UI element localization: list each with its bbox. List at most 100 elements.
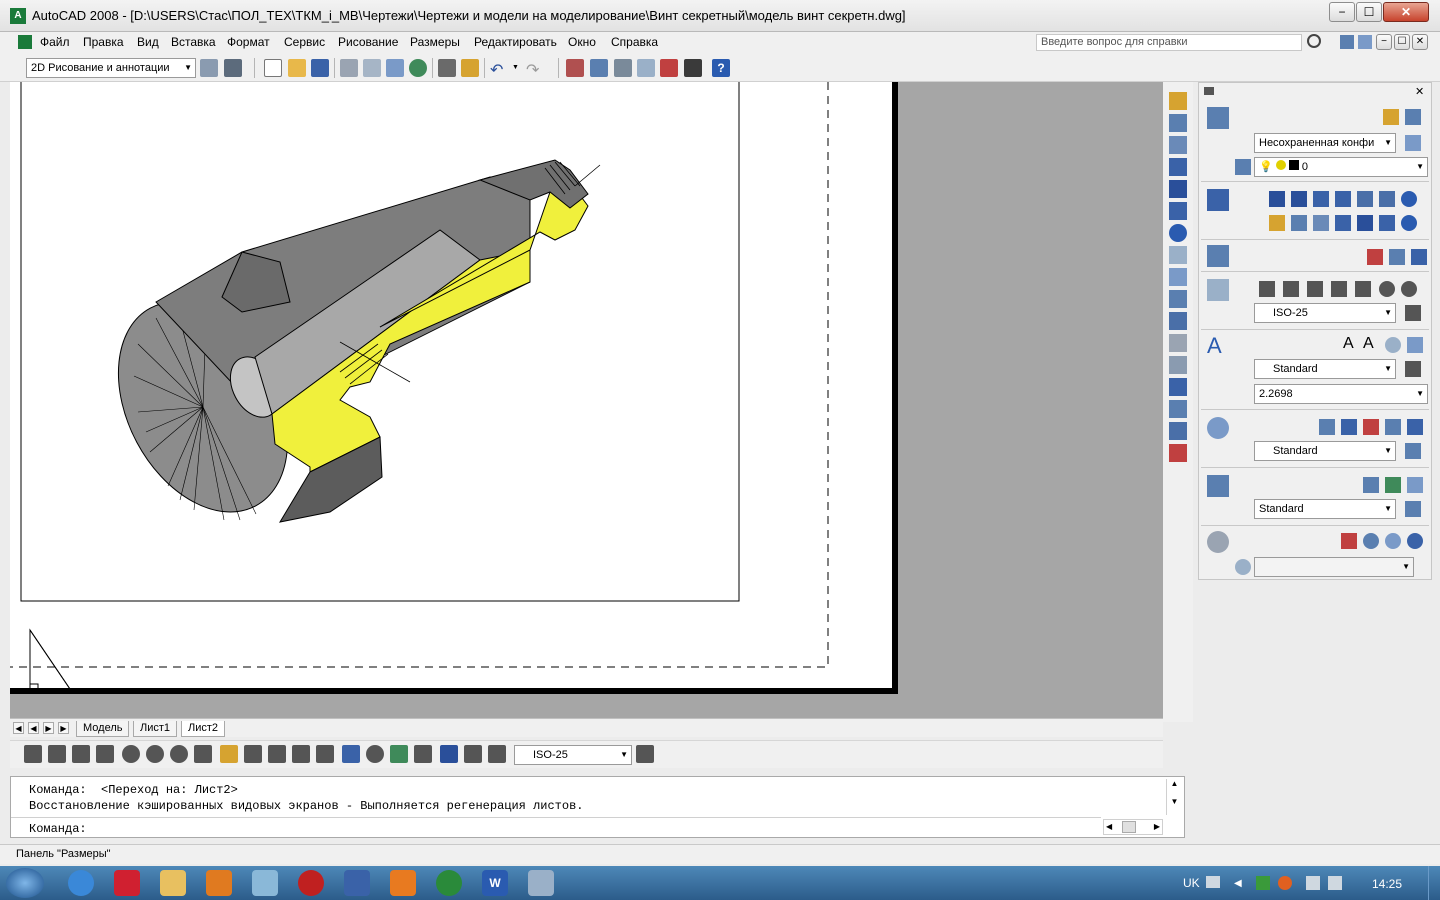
move-icon[interactable]	[1169, 202, 1187, 220]
attach-3-icon[interactable]	[1411, 249, 1427, 265]
break-at-point-icon[interactable]	[1169, 334, 1187, 352]
start-button[interactable]	[6, 868, 44, 898]
language-indicator[interactable]: UK	[1183, 876, 1200, 890]
center-mark-tb-icon[interactable]	[366, 745, 384, 763]
first-tab-icon[interactable]: ◀	[13, 722, 24, 734]
dim-radius-tb-icon[interactable]	[122, 745, 140, 763]
utorrent-icon[interactable]	[436, 870, 462, 896]
dim-text-edit-tb-icon[interactable]	[464, 745, 482, 763]
kaspersky-icon[interactable]	[114, 870, 140, 896]
zoom-extents-icon[interactable]	[1407, 533, 1423, 549]
dim-arc-length-tb-icon[interactable]	[72, 745, 90, 763]
save-icon[interactable]	[311, 59, 329, 77]
trim-icon[interactable]	[1169, 290, 1187, 308]
document-icon[interactable]	[18, 35, 32, 49]
properties-icon[interactable]	[590, 59, 608, 77]
tab-model[interactable]: Модель	[76, 721, 130, 737]
jogged-linear-tb-icon[interactable]	[414, 745, 432, 763]
quick-dim-tb-icon[interactable]	[220, 745, 238, 763]
copy-2-icon[interactable]	[1291, 215, 1307, 231]
table-icon[interactable]	[1363, 477, 1379, 493]
explode-icon[interactable]	[1169, 444, 1187, 462]
table-style-manager-icon[interactable]	[1405, 501, 1421, 517]
menu-format[interactable]: Формат	[227, 35, 270, 49]
search-icon[interactable]	[1307, 34, 1321, 48]
next-tab-icon[interactable]: ▶	[43, 722, 54, 734]
menu-file[interactable]: Файл	[40, 35, 70, 49]
drawing-canvas[interactable]	[10, 82, 1163, 718]
menu-modify[interactable]: Редактировать	[474, 35, 557, 49]
workspace-settings-icon[interactable]	[200, 59, 218, 77]
tray-expand-icon[interactable]: ◀	[1234, 878, 1242, 889]
array-2-icon[interactable]	[1357, 215, 1373, 231]
mirror-icon[interactable]	[1169, 136, 1187, 154]
opera-icon[interactable]	[298, 870, 324, 896]
layer-manager-icon[interactable]	[1383, 109, 1399, 125]
circle-icon[interactable]	[1401, 191, 1417, 207]
close-button[interactable]: ✕	[1383, 2, 1429, 22]
tray-app-icon[interactable]	[1256, 876, 1270, 890]
dim-style-combo[interactable]: ISO-25 ▼	[1254, 303, 1396, 323]
help-search-input[interactable]: Введите вопрос для справки	[1036, 34, 1302, 51]
calculator-icon[interactable]	[684, 59, 702, 77]
word-icon[interactable]: W	[482, 870, 508, 896]
menu-view[interactable]: Вид	[137, 35, 159, 49]
dim-style-tb-icon[interactable]	[636, 745, 654, 763]
single-line-text-icon[interactable]: A	[1363, 335, 1374, 353]
layer-state-manager-icon[interactable]	[1405, 135, 1421, 151]
print-icon[interactable]	[340, 59, 358, 77]
volume-icon[interactable]	[1328, 876, 1342, 890]
dim-edit-tb-icon[interactable]	[440, 745, 458, 763]
tolerance-tb-icon[interactable]	[342, 745, 360, 763]
mleader-icon[interactable]	[1319, 419, 1335, 435]
text-height-combo[interactable]: 2.2698 ▼	[1254, 384, 1428, 404]
add-leader-icon[interactable]	[1341, 419, 1357, 435]
align-leaders-icon[interactable]	[1385, 419, 1401, 435]
dim-arc-icon[interactable]	[1307, 281, 1323, 297]
menu-draw[interactable]: Рисование	[338, 35, 398, 49]
make-current-layer-icon[interactable]	[1235, 159, 1251, 175]
dwf-icon[interactable]	[409, 59, 427, 77]
doc-minimize-button[interactable]: −	[1376, 34, 1392, 50]
autocad-task-icon[interactable]	[528, 870, 554, 896]
pan-icon[interactable]	[1341, 533, 1357, 549]
favorites-icon[interactable]	[1358, 35, 1372, 49]
open-file-icon[interactable]	[288, 59, 306, 77]
publish-icon[interactable]	[386, 59, 404, 77]
inspection-tb-icon[interactable]	[390, 745, 408, 763]
copy-icon[interactable]	[1169, 114, 1187, 132]
dim-linear-icon[interactable]	[1259, 281, 1275, 297]
dim-ordinate-tb-icon[interactable]	[96, 745, 114, 763]
attach-icon[interactable]	[1367, 249, 1383, 265]
remove-leader-icon[interactable]	[1363, 419, 1379, 435]
menu-insert[interactable]: Вставка	[171, 35, 216, 49]
rotate-2-icon[interactable]	[1401, 215, 1417, 231]
mirror-2-icon[interactable]	[1313, 215, 1329, 231]
explorer-icon[interactable]	[160, 870, 186, 896]
palette-close-icon[interactable]: ✕	[1415, 85, 1424, 98]
dim-radius-icon[interactable]	[1379, 281, 1395, 297]
dim-baseline-tb-icon[interactable]	[244, 745, 262, 763]
dim-break-tb-icon[interactable]	[316, 745, 334, 763]
zoom-realtime-icon[interactable]	[1363, 533, 1379, 549]
polygon-icon[interactable]	[1335, 191, 1351, 207]
undo-icon[interactable]: ↶	[490, 60, 503, 80]
command-scrollbar[interactable]: ▲ ▼	[1166, 779, 1182, 815]
menu-edit[interactable]: Правка	[83, 35, 124, 49]
dim-style-manager-icon[interactable]	[1405, 305, 1421, 321]
dim-diameter-icon[interactable]	[1401, 281, 1417, 297]
design-center-icon[interactable]	[566, 59, 584, 77]
communication-center-icon[interactable]	[1340, 35, 1354, 49]
workspace-combo[interactable]: 2D Рисование и аннотации ▼	[26, 58, 196, 78]
folder-app-icon[interactable]	[390, 870, 416, 896]
stretch-icon[interactable]	[1169, 268, 1187, 286]
media-player-icon[interactable]	[206, 870, 232, 896]
show-desktop-button[interactable]	[1428, 866, 1440, 900]
help-icon[interactable]: ?	[712, 59, 730, 77]
dim-aligned-tb-icon[interactable]	[48, 745, 66, 763]
mleader-style-combo[interactable]: Standard ▼	[1254, 441, 1396, 461]
dim-linear-tb-icon[interactable]	[24, 745, 42, 763]
dim-continue-tb-icon[interactable]	[268, 745, 286, 763]
doc-restore-button[interactable]: ☐	[1394, 34, 1410, 50]
extract-data-icon[interactable]	[1407, 477, 1423, 493]
